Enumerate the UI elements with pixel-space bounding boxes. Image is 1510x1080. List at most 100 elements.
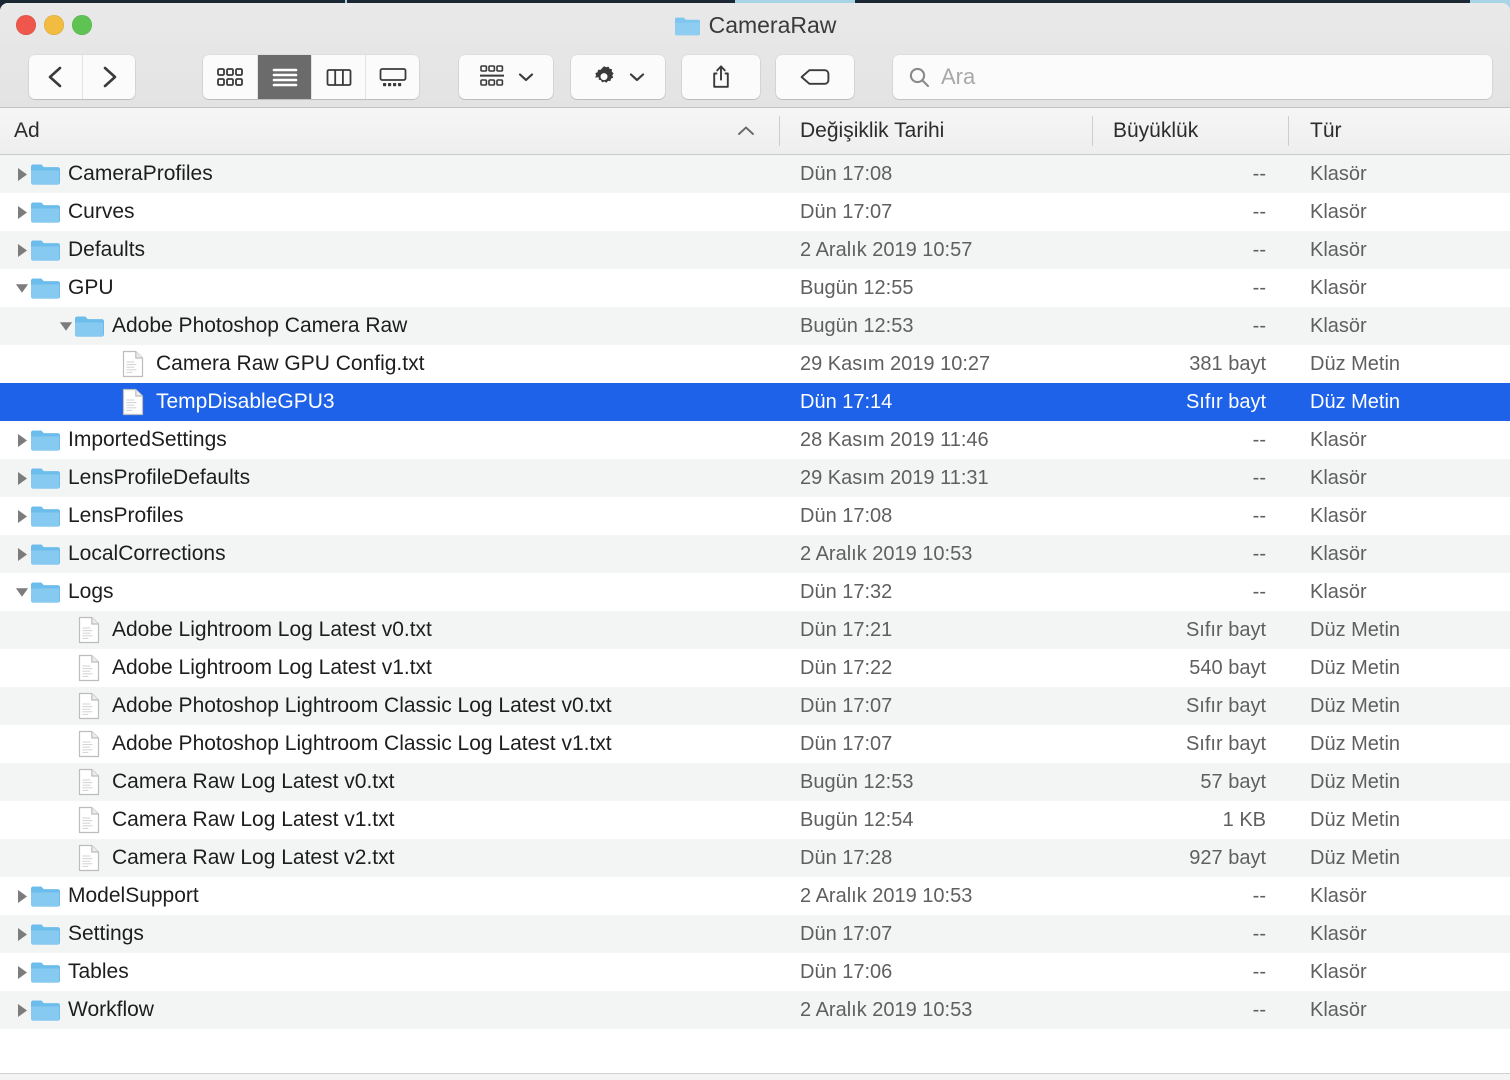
column-divider-2[interactable]: [1092, 116, 1093, 146]
view-as-icons-button[interactable]: [203, 55, 257, 99]
folder-icon: [31, 202, 60, 223]
row-name-cell[interactable]: Adobe Lightroom Log Latest v1.txt: [0, 649, 770, 687]
row-name-cell[interactable]: Adobe Photoshop Lightroom Classic Log La…: [0, 725, 770, 763]
row-name-cell[interactable]: Workflow: [0, 991, 770, 1029]
column-header-date[interactable]: Değişiklik Tarihi: [800, 108, 944, 154]
disclosure-triangle-collapsed-icon[interactable]: [14, 888, 30, 905]
forward-button[interactable]: [82, 55, 135, 99]
table-row[interactable]: Adobe Photoshop Camera Raw Bugün 12:53 -- K…: [0, 307, 1510, 345]
table-row[interactable]: LocalCorrections 2 Aralık 2019 10:53 -- Kla…: [0, 535, 1510, 573]
table-row[interactable]: Defaults 2 Aralık 2019 10:57 -- Klasör: [0, 231, 1510, 269]
disclosure-triangle-collapsed-icon[interactable]: [14, 204, 30, 221]
table-row[interactable]: Adobe Photoshop Lightroom Classic Log La…: [0, 725, 1510, 763]
column-header-name[interactable]: Ad: [14, 108, 774, 154]
disclosure-triangle-collapsed-icon[interactable]: [14, 166, 30, 183]
disclosure-triangle[interactable]: [14, 991, 30, 1029]
disclosure-triangle-expanded-icon[interactable]: [14, 584, 30, 600]
table-row[interactable]: Logs Dün 17:32 -- Klasör: [0, 573, 1510, 611]
disclosure-triangle[interactable]: [14, 421, 30, 459]
row-name-cell[interactable]: Adobe Photoshop Camera Raw: [0, 307, 770, 345]
close-button[interactable]: [16, 15, 36, 35]
column-header-kind[interactable]: Tür: [1310, 108, 1342, 154]
arrange-button[interactable]: [459, 55, 553, 99]
row-name-cell[interactable]: Adobe Lightroom Log Latest v0.txt: [0, 611, 770, 649]
table-row[interactable]: Adobe Lightroom Log Latest v0.txt Dün 17:…: [0, 611, 1510, 649]
row-name-cell[interactable]: ImportedSettings: [0, 421, 770, 459]
row-name-cell[interactable]: Tables: [0, 953, 770, 991]
disclosure-triangle-collapsed-icon[interactable]: [14, 470, 30, 487]
action-menu-button[interactable]: [571, 55, 665, 99]
row-name-cell[interactable]: Logs: [0, 573, 770, 611]
row-name-cell[interactable]: ModelSupport: [0, 877, 770, 915]
row-name-label: CameraProfiles: [68, 162, 213, 185]
search-field[interactable]: Ara: [893, 55, 1492, 99]
table-row[interactable]: Adobe Photoshop Lightroom Classic Log La…: [0, 687, 1510, 725]
view-as-columns-button[interactable]: [311, 55, 365, 99]
row-name-cell[interactable]: Curves: [0, 193, 770, 231]
table-row[interactable]: TempDisableGPU3 Dün 17:14 Sıfır bayt Düz Me…: [0, 383, 1510, 421]
view-as-list-button[interactable]: [257, 55, 311, 99]
maximize-button[interactable]: [72, 15, 92, 35]
search-input[interactable]: Ara: [941, 64, 975, 90]
disclosure-triangle[interactable]: [14, 535, 30, 573]
row-name-cell[interactable]: LensProfiles: [0, 497, 770, 535]
disclosure-triangle-collapsed-icon[interactable]: [14, 242, 30, 259]
row-name-cell[interactable]: LensProfileDefaults: [0, 459, 770, 497]
table-row[interactable]: LensProfileDefaults 29 Kasım 2019 11:31 --…: [0, 459, 1510, 497]
disclosure-triangle-collapsed-icon[interactable]: [14, 508, 30, 525]
table-row[interactable]: Curves Dün 17:07 -- Klasör: [0, 193, 1510, 231]
row-name-cell[interactable]: CameraProfiles: [0, 155, 770, 193]
disclosure-triangle[interactable]: [14, 877, 30, 915]
row-name-cell[interactable]: GPU: [0, 269, 770, 307]
row-size-cell: 927 bayt: [1189, 846, 1266, 869]
table-row[interactable]: Camera Raw Log Latest v0.txt Bugün 12:53 5…: [0, 763, 1510, 801]
table-row[interactable]: Workflow 2 Aralık 2019 10:53 -- Klasör: [0, 991, 1510, 1029]
table-row[interactable]: LensProfiles Dün 17:08 -- Klasör: [0, 497, 1510, 535]
table-row[interactable]: Adobe Lightroom Log Latest v1.txt Dün 17:…: [0, 649, 1510, 687]
table-row[interactable]: CameraProfiles Dün 17:08 -- Klasör: [0, 155, 1510, 193]
disclosure-triangle[interactable]: [14, 497, 30, 535]
row-name-cell[interactable]: Camera Raw Log Latest v2.txt: [0, 839, 770, 877]
row-name-cell[interactable]: Settings: [0, 915, 770, 953]
disclosure-triangle[interactable]: [14, 459, 30, 497]
disclosure-triangle-collapsed-icon[interactable]: [14, 432, 30, 449]
disclosure-triangle[interactable]: [14, 269, 30, 307]
disclosure-triangle-collapsed-icon[interactable]: [14, 546, 30, 563]
disclosure-triangle[interactable]: [14, 155, 30, 193]
table-row[interactable]: Tables Dün 17:06 -- Klasör: [0, 953, 1510, 991]
row-name-cell[interactable]: Camera Raw Log Latest v0.txt: [0, 763, 770, 801]
view-as-gallery-button[interactable]: [365, 55, 419, 99]
disclosure-triangle[interactable]: [14, 953, 30, 991]
disclosure-triangle[interactable]: [14, 573, 30, 611]
share-button[interactable]: [682, 55, 760, 99]
disclosure-triangle[interactable]: [58, 307, 74, 345]
disclosure-triangle[interactable]: [14, 915, 30, 953]
table-row[interactable]: ImportedSettings 28 Kasım 2019 11:46 -- Kla…: [0, 421, 1510, 459]
row-name-cell[interactable]: Defaults: [0, 231, 770, 269]
disclosure-triangle-collapsed-icon[interactable]: [14, 1002, 30, 1019]
disclosure-triangle-expanded-icon[interactable]: [14, 280, 30, 296]
back-button[interactable]: [29, 55, 82, 99]
row-name-cell[interactable]: LocalCorrections: [0, 535, 770, 573]
disclosure-triangle-expanded-icon[interactable]: [58, 318, 74, 334]
column-divider-3[interactable]: [1288, 116, 1289, 146]
disclosure-triangle[interactable]: [14, 231, 30, 269]
table-row[interactable]: Camera Raw GPU Config.txt 29 Kasım 2019 1…: [0, 345, 1510, 383]
table-row[interactable]: GPU Bugün 12:55 -- Klasör: [0, 269, 1510, 307]
row-name-cell[interactable]: Camera Raw GPU Config.txt: [0, 345, 770, 383]
tag-button[interactable]: [776, 55, 854, 99]
file-list[interactable]: CameraProfiles Dün 17:08 -- Klasör Curves Dün…: [0, 155, 1510, 1073]
disclosure-triangle-collapsed-icon[interactable]: [14, 964, 30, 981]
row-name-cell[interactable]: TempDisableGPU3: [0, 383, 770, 421]
row-name-cell[interactable]: Adobe Photoshop Lightroom Classic Log La…: [0, 687, 770, 725]
disclosure-triangle[interactable]: [14, 193, 30, 231]
table-row[interactable]: Camera Raw Log Latest v1.txt Bugün 12:54 1…: [0, 801, 1510, 839]
table-row[interactable]: Settings Dün 17:07 -- Klasör: [0, 915, 1510, 953]
table-row[interactable]: ModelSupport 2 Aralık 2019 10:53 -- Klasör: [0, 877, 1510, 915]
column-divider-1[interactable]: [779, 116, 780, 146]
column-header-size[interactable]: Büyüklük: [1113, 108, 1198, 154]
table-row[interactable]: Camera Raw Log Latest v2.txt Dün 17:28 927…: [0, 839, 1510, 877]
row-name-cell[interactable]: Camera Raw Log Latest v1.txt: [0, 801, 770, 839]
disclosure-triangle-collapsed-icon[interactable]: [14, 926, 30, 943]
minimize-button[interactable]: [44, 15, 64, 35]
